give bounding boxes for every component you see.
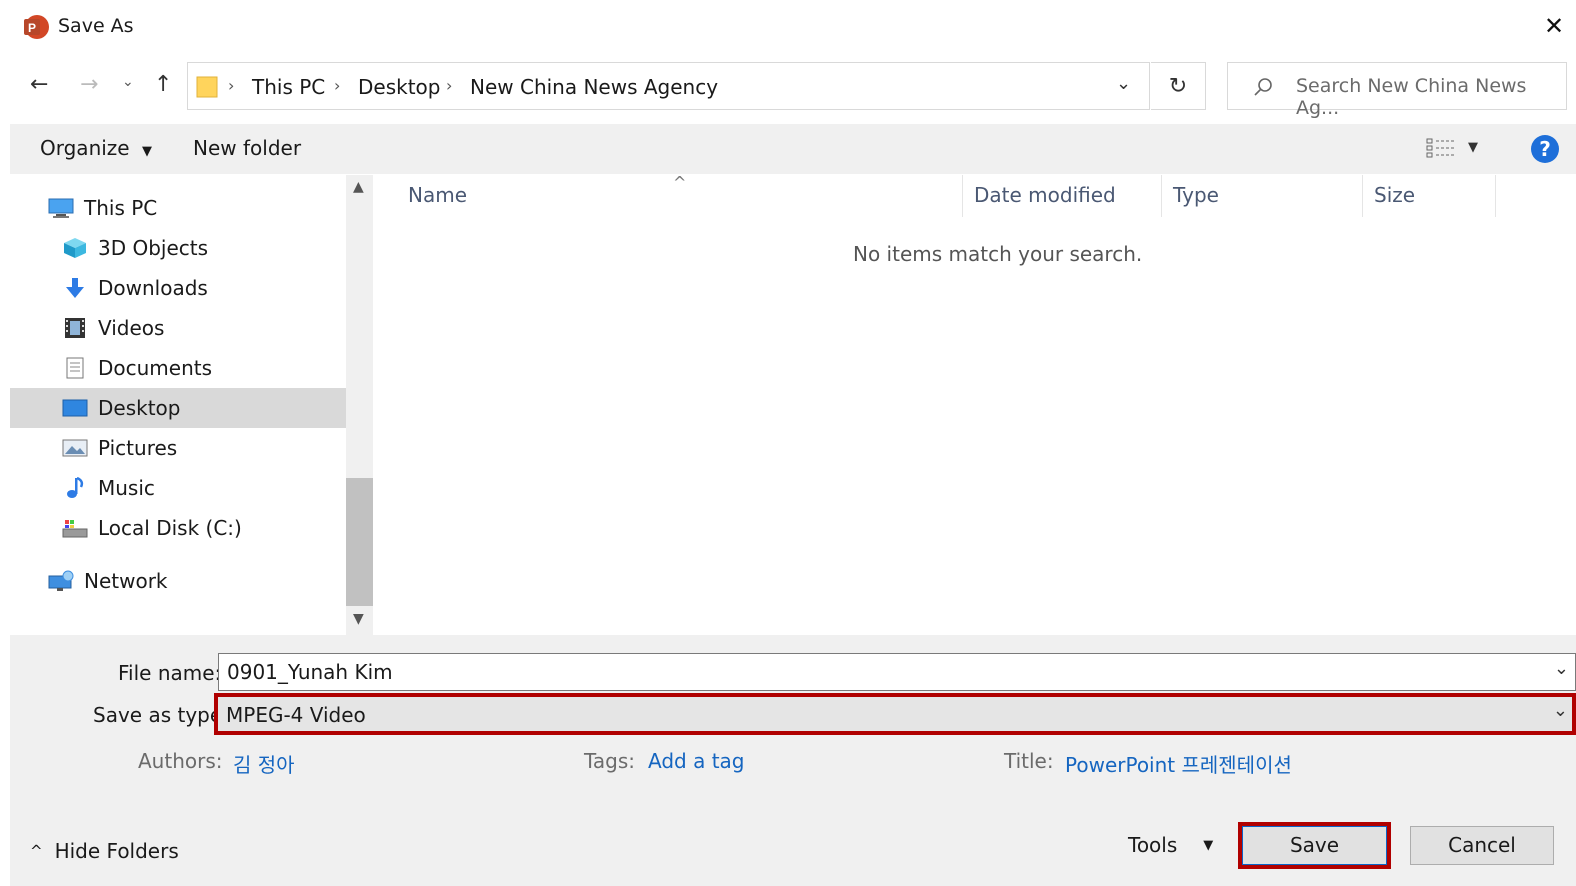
computer-icon [48,198,74,218]
sidebar-item-network[interactable]: Network [48,561,338,601]
sidebar-item-music[interactable]: Music [62,468,338,508]
column-divider[interactable] [1362,175,1363,217]
network-icon [48,570,74,591]
tools-dropdown-arrow-icon: ▼ [1203,837,1214,853]
powerpoint-app-icon: P [24,15,49,39]
file-name-value: 0901_Yunah Kim [227,660,393,684]
music-note-icon [67,477,84,498]
column-divider[interactable] [962,175,963,217]
file-name-dropdown-icon[interactable]: ⌄ [1554,658,1569,679]
view-dropdown-arrow-icon[interactable]: ▼ [1468,140,1478,155]
breadcrumb-separator-icon: › [446,76,453,95]
file-list-pane: ^ Name Date modified Type Size No items … [373,173,1576,635]
scroll-down-icon[interactable]: ▼ [353,611,364,627]
sidebar-item-label: Music [98,476,155,500]
back-arrow-icon[interactable]: ← [30,72,48,97]
recent-locations-chevron-icon[interactable]: ⌄ [122,74,134,90]
close-icon[interactable]: ✕ [1544,12,1564,40]
sidebar-item-label: Videos [98,316,165,340]
organize-label: Organize [40,136,130,160]
breadcrumb-separator-icon: › [228,76,235,95]
tools-label: Tools [1128,833,1178,857]
download-arrow-icon [66,278,84,298]
hide-folders-button[interactable]: ^ Hide Folders [30,839,179,863]
cancel-button[interactable]: Cancel [1410,826,1554,865]
column-header-name[interactable]: Name [408,183,467,207]
view-options-icon[interactable] [1426,137,1456,159]
sidebar-item-label: Documents [98,356,213,380]
sidebar-item-label: Local Disk (C:) [98,516,242,540]
folder-icon [196,76,218,98]
forward-arrow-icon[interactable]: → [80,72,98,97]
file-name-input[interactable]: 0901_Yunah Kim ⌄ [218,653,1576,691]
scrollbar-thumb[interactable] [346,478,373,606]
hide-folders-label: Hide Folders [54,839,179,863]
tags-label: Tags: [584,749,636,773]
sidebar-item-desktop[interactable]: Desktop [10,388,346,428]
sidebar-item-label: 3D Objects [98,236,209,260]
breadcrumb-this-pc[interactable]: This PC [252,75,325,99]
tags-value[interactable]: Add a tag [648,749,744,773]
refresh-icon[interactable]: ↻ [1151,62,1206,110]
new-folder-button[interactable]: New folder [193,136,301,160]
sidebar-item-label: Pictures [98,436,178,460]
search-placeholder: Search New China News Ag... [1296,75,1527,119]
save-as-type-dropdown-icon[interactable]: ⌄ [1553,700,1568,721]
column-header-date-modified[interactable]: Date modified [974,183,1116,207]
sidebar-item-3d-objects[interactable]: 3D Objects [62,228,338,268]
save-button[interactable]: Save [1242,826,1387,865]
search-icon [1254,78,1272,96]
tools-button[interactable]: Tools ▼ [1128,833,1213,857]
command-bar: Organize ▼ New folder ▼ [10,124,1576,174]
sort-ascending-icon: ^ [673,173,687,192]
save-options-panel: File name: 0901_Yunah Kim ⌄ Save as type… [10,635,1576,886]
breadcrumb-desktop[interactable]: Desktop [358,75,440,99]
dropdown-arrow-icon: ▼ [141,144,152,159]
file-name-label: File name: [118,661,222,685]
navigation-pane: This PC 3D Objects Downloads Videos Docu… [10,175,346,635]
sidebar-item-this-pc[interactable]: This PC [48,188,338,228]
title-bar: P Save As ✕ [0,0,1576,56]
desktop-icon [62,399,88,417]
column-header-type[interactable]: Type [1173,183,1219,207]
svg-text:P: P [28,21,36,35]
authors-value[interactable]: 김 정아 [233,749,295,778]
sidebar-item-downloads[interactable]: Downloads [62,268,338,308]
sidebar-item-pictures[interactable]: Pictures [62,428,338,468]
sidebar-item-label: This PC [84,196,158,220]
up-arrow-icon[interactable]: ↑ [154,72,172,97]
column-divider[interactable] [1495,175,1496,217]
chevron-up-icon: ^ [30,842,43,860]
authors-label: Authors: [138,749,223,773]
sidebar-item-label: Downloads [98,276,208,300]
breadcrumb-current-folder[interactable]: New China News Agency [470,75,718,99]
save-as-type-select[interactable]: MPEG-4 Video ⌄ [214,693,1576,735]
address-bar[interactable]: › This PC › Desktop › New China News Age… [187,62,1150,110]
organize-button[interactable]: Organize ▼ [40,136,152,160]
sidebar-item-videos[interactable]: Videos [62,308,338,348]
save-as-type-value: MPEG-4 Video [226,703,366,727]
help-icon[interactable]: ? [1531,135,1559,163]
address-dropdown-chevron-icon[interactable]: ⌄ [1116,73,1131,94]
column-divider[interactable] [1161,175,1162,217]
empty-list-message: No items match your search. [853,242,1143,266]
cube-icon [64,238,86,258]
document-icon [66,357,84,379]
search-input[interactable]: Search New China News Ag... [1227,62,1567,119]
save-as-type-label: Save as type: [93,703,229,727]
sidebar-item-label: Network [84,569,168,593]
sidebar-item-label: Desktop [98,396,181,420]
title-label: Title: [1004,749,1054,773]
column-header-size[interactable]: Size [1374,183,1415,207]
hard-drive-icon [62,520,88,538]
scroll-up-icon[interactable]: ▲ [353,179,364,195]
film-icon [65,318,85,338]
sidebar-item-documents[interactable]: Documents [62,348,338,388]
title-value[interactable]: PowerPoint 프레젠테이션 [1065,749,1292,778]
breadcrumb-separator-icon: › [334,76,341,95]
sidebar-item-local-disk[interactable]: Local Disk (C:) [62,508,338,548]
window-title: Save As [58,15,134,37]
picture-icon [62,439,88,457]
